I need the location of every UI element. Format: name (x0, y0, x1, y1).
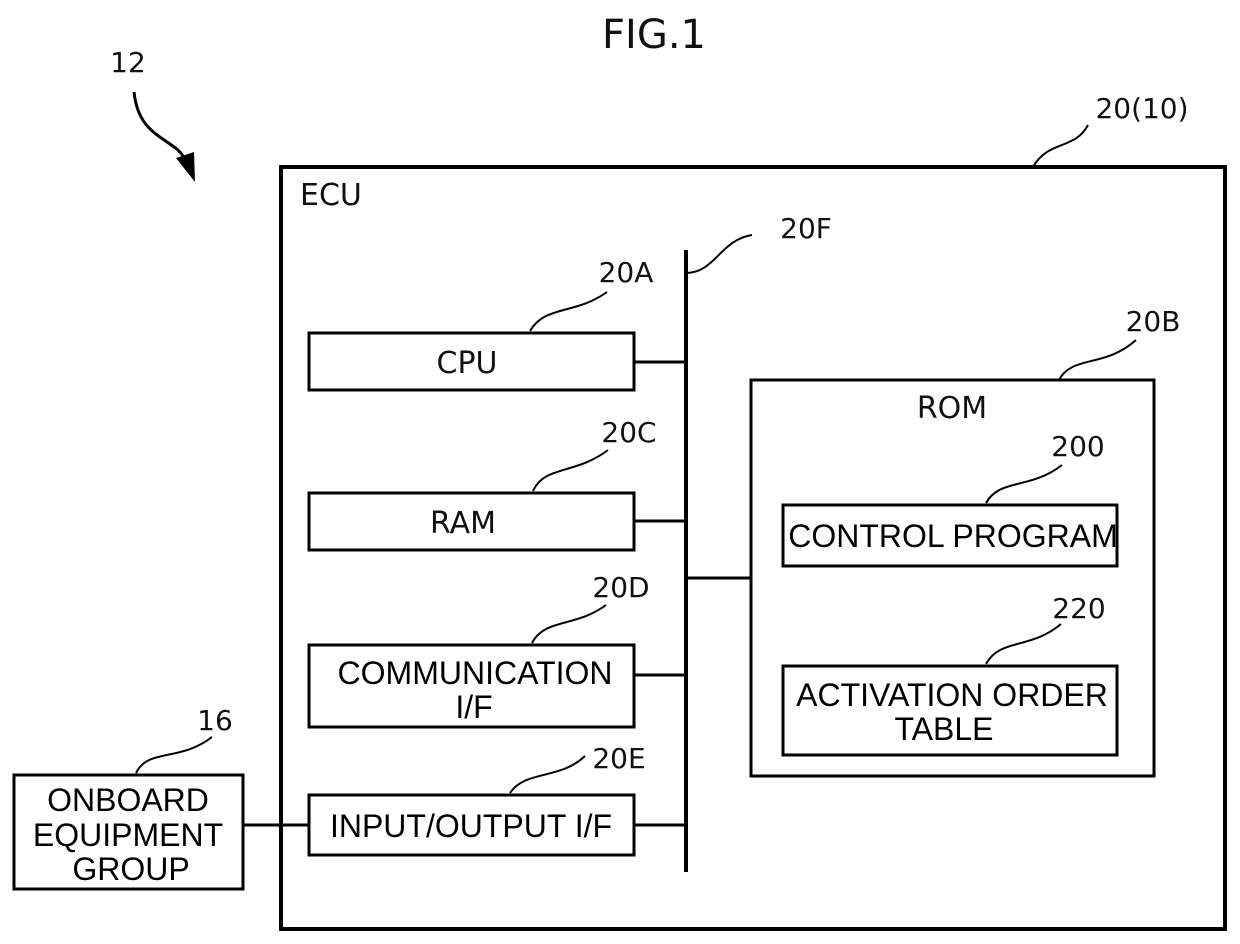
system-arrow-icon (132, 91, 195, 182)
control-program-label: CONTROL PROGRAM (788, 518, 1118, 554)
ram-ref-label: 20C (601, 416, 656, 449)
onboard-equipment-label-line1: ONBOARD (47, 782, 209, 818)
cpu-label: CPU (437, 346, 498, 381)
onboard-equipment-label-line3: GROUP (72, 851, 189, 887)
rom-ref-label: 20B (1126, 305, 1181, 338)
activation-order-table-label-line2: TABLE (895, 711, 994, 747)
figure-title: FIG.1 (602, 12, 706, 58)
io-if-ref-label: 20E (592, 742, 645, 775)
communication-if-label-line1: COMMUNICATION (338, 655, 613, 691)
onboard-equipment-leader-line (135, 736, 213, 774)
activation-order-table-label-line1: ACTIVATION ORDER (796, 677, 1108, 713)
onboard-equipment-ref-label: 16 (197, 704, 233, 737)
communication-if-ref-label: 20D (592, 571, 649, 604)
ram-label: RAM (430, 506, 496, 541)
system-ref-label: 12 (110, 46, 146, 79)
activation-order-table-ref-label: 220 (1052, 592, 1105, 625)
ecu-ref-label: 20(10) (1095, 92, 1188, 125)
rom-label: ROM (917, 391, 987, 426)
ecu-label: ECU (300, 178, 362, 213)
block-diagram: FIG.1 12 ECU 20(10) 20F CPU 20A RAM 20C … (12, 12, 1227, 931)
communication-if-label-line2: I/F (455, 689, 492, 725)
bus-ref-label: 20F (780, 212, 832, 245)
control-program-ref-label: 200 (1051, 430, 1104, 463)
io-if-label: INPUT/OUTPUT I/F (330, 808, 612, 844)
onboard-equipment-label-line2: EQUIPMENT (33, 817, 223, 853)
cpu-ref-label: 20A (599, 256, 654, 289)
ecu-leader-line (1032, 124, 1089, 168)
